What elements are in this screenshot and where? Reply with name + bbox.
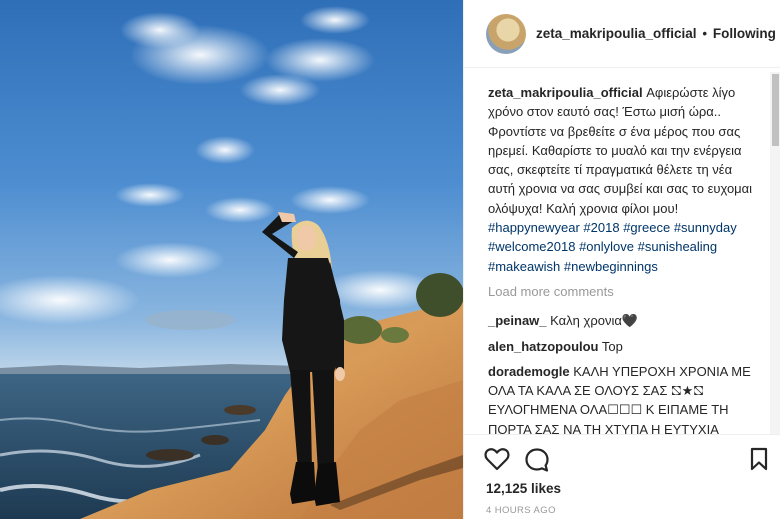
post-timestamp[interactable]: 4 HOURS AGO [486,505,556,516]
hashtag-link[interactable]: #newbeginnings [564,259,658,274]
post-photo[interactable] [0,0,463,519]
hashtag-link[interactable]: #greece [623,220,670,235]
likes-count[interactable]: 12,125 likes [486,481,561,496]
comment-text: Καλη χρονια🖤 [550,313,639,329]
bookmark-icon[interactable] [749,447,769,471]
scrollbar-thumb[interactable] [772,74,779,146]
header-username-link[interactable]: zeta_makripoulia_official [536,26,697,41]
comment-text: Top [601,338,623,354]
caption: zeta_makripoulia_official Αφιερώστε λίγο… [488,83,761,276]
avatar[interactable] [486,13,526,54]
following-button[interactable]: Following [713,26,776,41]
caption-username-link[interactable]: zeta_makripoulia_official [488,85,643,100]
comment-username-link[interactable]: _peinaw_ [488,313,547,328]
load-more-comments-button[interactable]: Load more comments [488,282,761,301]
post-actions: 12,125 likes 4 HOURS AGO [464,434,780,519]
action-icons [484,447,769,475]
heart-outline-icon[interactable] [484,447,510,471]
comments-area: zeta_makripoulia_official Αφιερώστε λίγο… [464,69,769,434]
comment-item: alen_hatzopoulou Top [488,337,761,356]
comment-username-link[interactable]: alen_hatzopoulou [488,339,599,354]
post-photo-illustration [0,6,463,519]
hashtag-link[interactable]: #welcome2018 [488,239,575,254]
caption-text: Αφιερώστε λίγο χρόνο στον εαυτό σας! Έστ… [488,85,753,216]
hashtag-link[interactable]: #onlylove [579,239,634,254]
speech-bubble-icon[interactable] [524,447,550,473]
hashtag-link[interactable]: #makeawish [488,259,560,274]
hashtag-link[interactable]: #2018 [583,220,619,235]
comment-item: dorademogle ΚΑΛΗ ΥΠΕΡΟΧΗ ΧΡΟΝΙΑ ΜΕ ΟΛΑ Τ… [488,362,761,434]
hashtag-link[interactable]: #happynewyear [488,220,580,235]
comment-username-link[interactable]: dorademogle [488,364,570,379]
post-side-panel: zeta_makripoulia_official • Following ze… [463,0,780,519]
hashtag-link[interactable]: #sunnyday [674,220,737,235]
comments-scrollbar[interactable] [770,72,780,434]
header-separator: • [702,26,708,41]
comment-item: _peinaw_ Καλη χρονια🖤 [488,311,761,330]
header-text: zeta_makripoulia_official • Following [536,26,776,41]
post-header: zeta_makripoulia_official • Following [464,0,780,68]
hashtag-link[interactable]: #sunishealing [638,239,718,254]
